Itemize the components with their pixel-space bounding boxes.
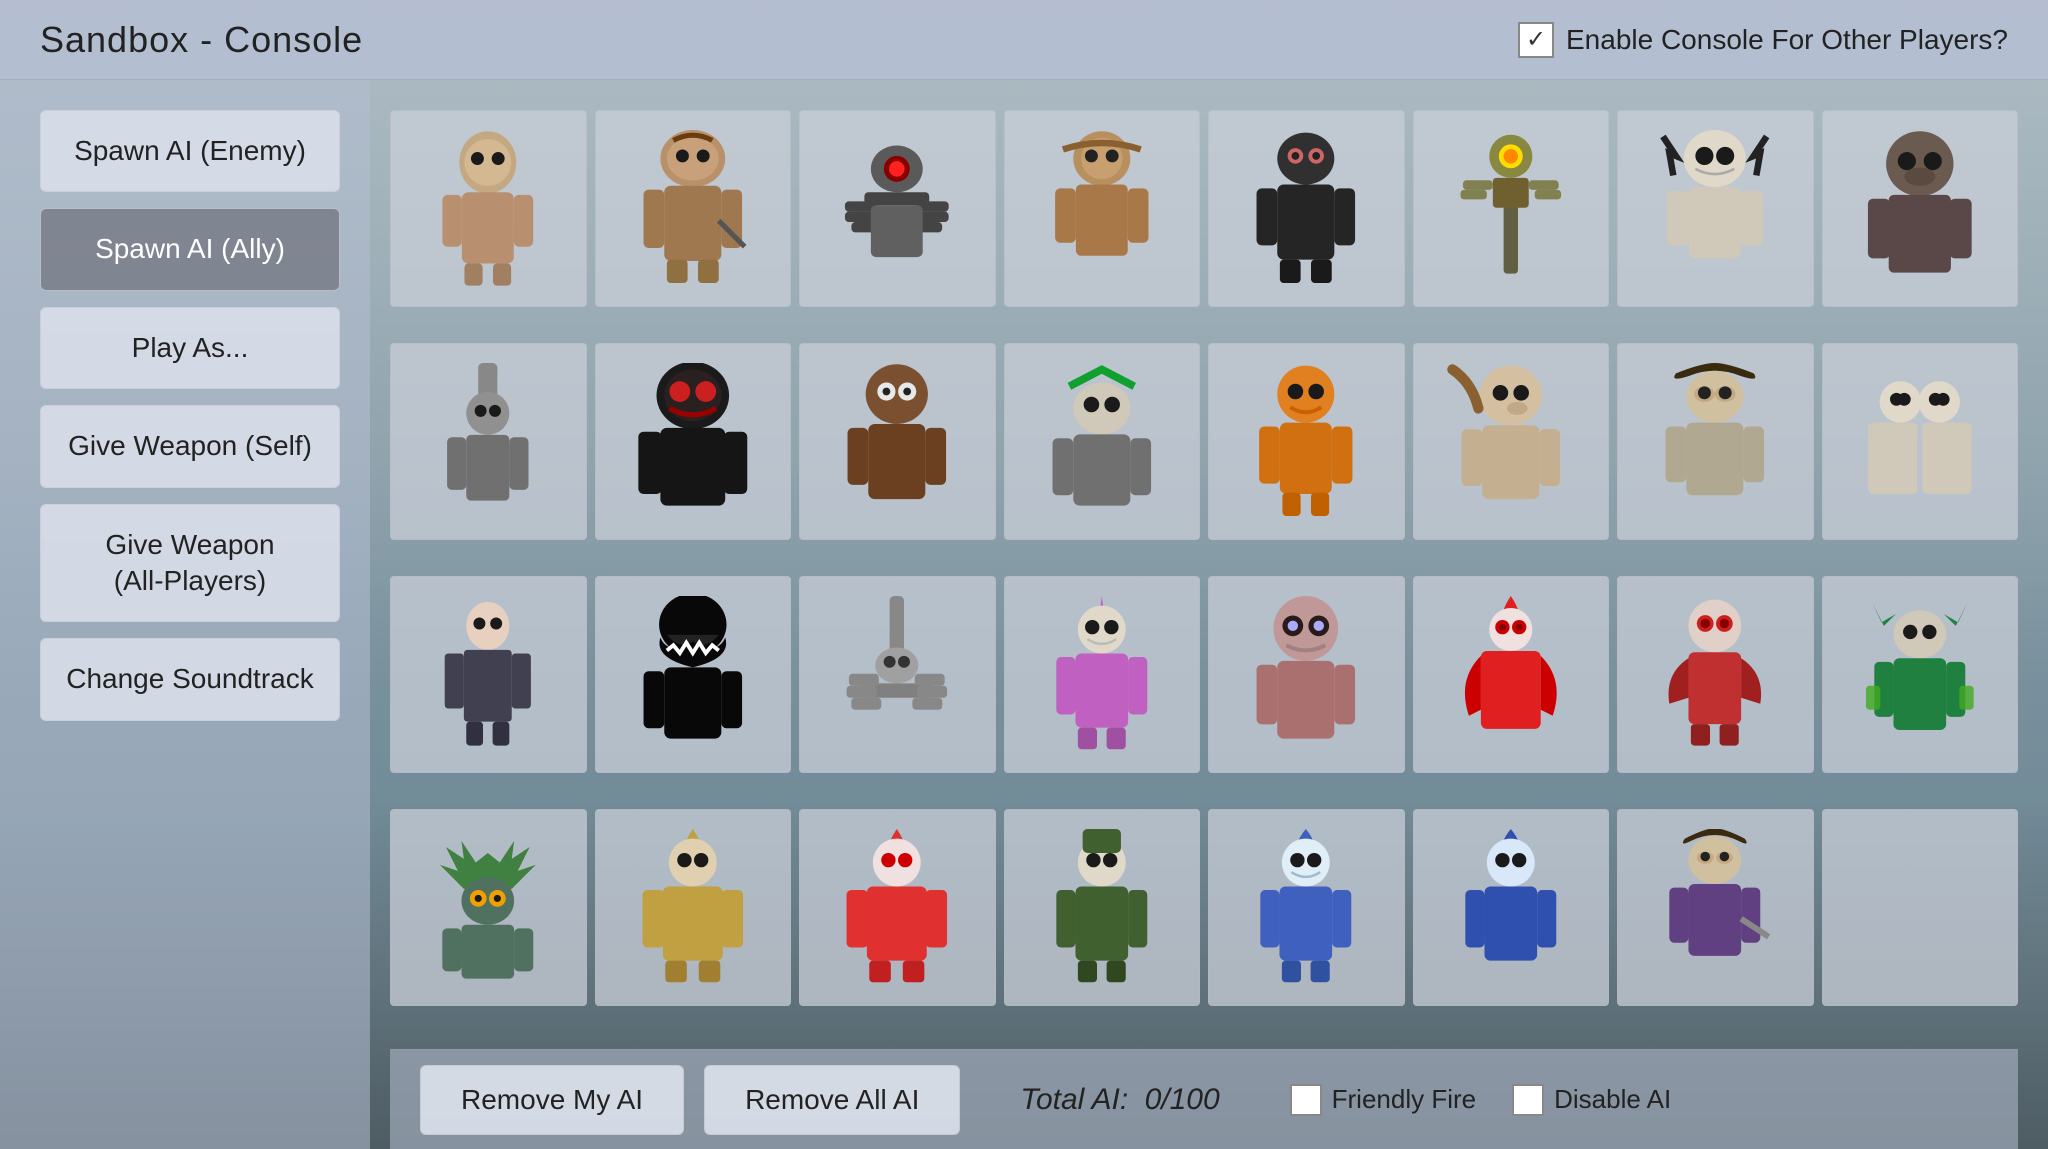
ai-cell-25[interactable] (390, 809, 587, 1006)
ai-cell-6[interactable] (1413, 110, 1610, 307)
ai-cell-19[interactable] (799, 576, 996, 773)
ai-cell-13[interactable] (1208, 343, 1405, 540)
disable-ai-option[interactable]: Disable AI (1512, 1084, 1671, 1116)
ai-cell-4[interactable] (1004, 110, 1201, 307)
ai-cell-28[interactable] (1004, 809, 1201, 1006)
give-weapon-all-button[interactable]: Give Weapon(All-Players) (40, 504, 340, 623)
spawn-enemy-button[interactable]: Spawn AI (Enemy) (40, 110, 340, 192)
ai-cell-7[interactable] (1617, 110, 1814, 307)
checkmark-icon: ✓ (1526, 25, 1546, 54)
total-ai-label: Total AI: 0/100 (1020, 1083, 1219, 1117)
content-area: Spawn AI (Enemy) Spawn AI (Ally) Play As… (0, 80, 2048, 1149)
spawn-ally-button[interactable]: Spawn AI (Ally) (40, 208, 340, 290)
ai-cell-24[interactable] (1822, 576, 2019, 773)
ai-cell-8[interactable] (1822, 110, 2019, 307)
friendly-fire-checkbox[interactable] (1290, 1084, 1322, 1116)
enable-console-label: Enable Console For Other Players? (1566, 24, 2008, 56)
ai-cell-5[interactable] (1208, 110, 1405, 307)
ai-cell-15[interactable] (1617, 343, 1814, 540)
ai-cell-32 (1822, 809, 2019, 1006)
disable-ai-checkbox[interactable] (1512, 1084, 1544, 1116)
bottom-bar: Remove My AI Remove All AI Total AI: 0/1… (390, 1049, 2018, 1149)
ai-cell-14[interactable] (1413, 343, 1610, 540)
enable-console-checkbox[interactable]: ✓ (1518, 22, 1554, 58)
ai-cell-17[interactable] (390, 576, 587, 773)
ai-cell-16[interactable] (1822, 343, 2019, 540)
ai-cell-26[interactable] (595, 809, 792, 1006)
page-title: Sandbox - Console (40, 19, 363, 61)
ai-cell-31[interactable] (1617, 809, 1814, 1006)
give-weapon-self-button[interactable]: Give Weapon (Self) (40, 405, 340, 487)
ai-cell-29[interactable] (1208, 809, 1405, 1006)
disable-ai-label: Disable AI (1554, 1084, 1671, 1115)
total-ai-display: Total AI: 0/100 (1000, 1083, 1239, 1117)
ai-cell-9[interactable] (390, 343, 587, 540)
remove-all-ai-button[interactable]: Remove All AI (704, 1065, 960, 1135)
ai-cell-3[interactable] (799, 110, 996, 307)
ai-cell-20[interactable] (1004, 576, 1201, 773)
friendly-fire-label: Friendly Fire (1332, 1084, 1476, 1115)
options-group: Friendly Fire Disable AI (1290, 1084, 1672, 1116)
ai-grid-area: Remove My AI Remove All AI Total AI: 0/1… (370, 80, 2048, 1149)
ai-cell-22[interactable] (1413, 576, 1610, 773)
ai-cell-10[interactable] (595, 343, 792, 540)
ai-cell-18[interactable] (595, 576, 792, 773)
ai-cell-23[interactable] (1617, 576, 1814, 773)
ai-cell-1[interactable] (390, 110, 587, 307)
enable-console-option[interactable]: ✓ Enable Console For Other Players? (1518, 22, 2008, 58)
header: Sandbox - Console ✓ Enable Console For O… (0, 0, 2048, 80)
ai-cell-12[interactable] (1004, 343, 1201, 540)
remove-my-ai-button[interactable]: Remove My AI (420, 1065, 684, 1135)
ai-cell-27[interactable] (799, 809, 996, 1006)
ai-character-grid (390, 110, 2018, 1034)
ai-cell-2[interactable] (595, 110, 792, 307)
play-as-button[interactable]: Play As... (40, 307, 340, 389)
friendly-fire-option[interactable]: Friendly Fire (1290, 1084, 1476, 1116)
sidebar: Spawn AI (Enemy) Spawn AI (Ally) Play As… (0, 80, 370, 1149)
change-soundtrack-button[interactable]: Change Soundtrack (40, 638, 340, 720)
ai-cell-30[interactable] (1413, 809, 1610, 1006)
ai-cell-21[interactable] (1208, 576, 1405, 773)
ai-cell-11[interactable] (799, 343, 996, 540)
